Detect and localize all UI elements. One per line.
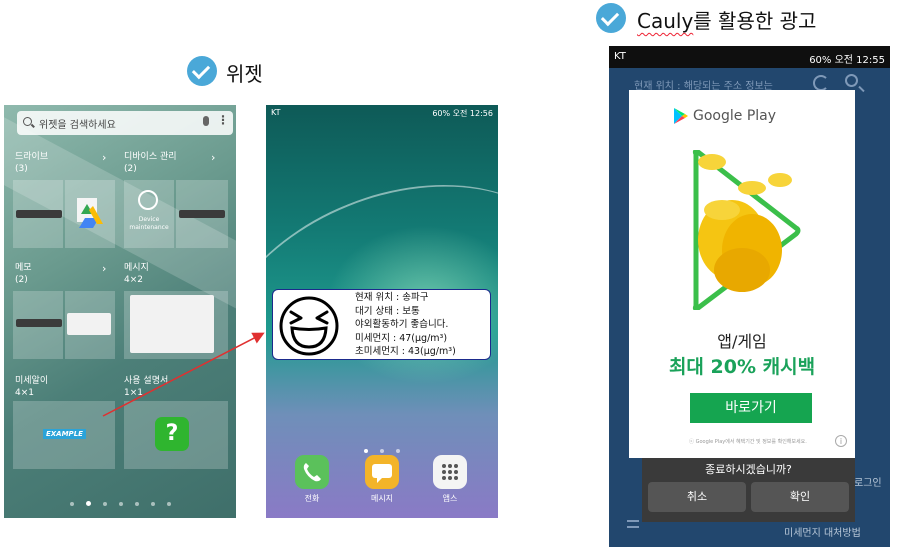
carrier-label: KT	[614, 51, 626, 62]
ad-fine-print: ⓒ Google Play에서 혜택기간 및 정보를 확인해보세요.	[689, 439, 807, 445]
ad-go-button[interactable]: 바로가기	[690, 393, 812, 423]
search-icon[interactable]	[845, 74, 858, 87]
confirm-button[interactable]: 확인	[751, 482, 849, 512]
info-icon[interactable]: i	[835, 435, 847, 447]
ad-subtitle: 최대 20% 캐시백	[668, 356, 816, 378]
google-play-logo-icon	[674, 108, 688, 124]
exit-dialog: 종료하시겠습니까? 취소 확인	[642, 458, 855, 522]
ad-title: 앱/게임	[717, 332, 767, 351]
dust-tips-label[interactable]: 미세먼지 대처방법	[784, 524, 861, 539]
menu-icon[interactable]	[627, 520, 639, 528]
exit-question: 종료하시겠습니까?	[705, 463, 792, 476]
login-label[interactable]: 로그인	[854, 474, 882, 489]
coins-play-icon	[692, 150, 801, 310]
ad-card[interactable]: Google Play 앱/게임 최대 20% 캐시백 바로가기 ⓒ Googl…	[629, 90, 855, 458]
refresh-icon[interactable]	[813, 75, 829, 91]
status-time: 60% 오전 12:55	[809, 55, 885, 66]
status-bar: KT 60% 오전 12:55	[609, 46, 890, 68]
cancel-button[interactable]: 취소	[648, 482, 746, 512]
google-play-brand: Google Play	[693, 108, 777, 124]
cauly-ad-screen: KT 60% 오전 12:55 현재 위치 : 해당되는 주소 정보는 로그인 …	[609, 46, 890, 547]
